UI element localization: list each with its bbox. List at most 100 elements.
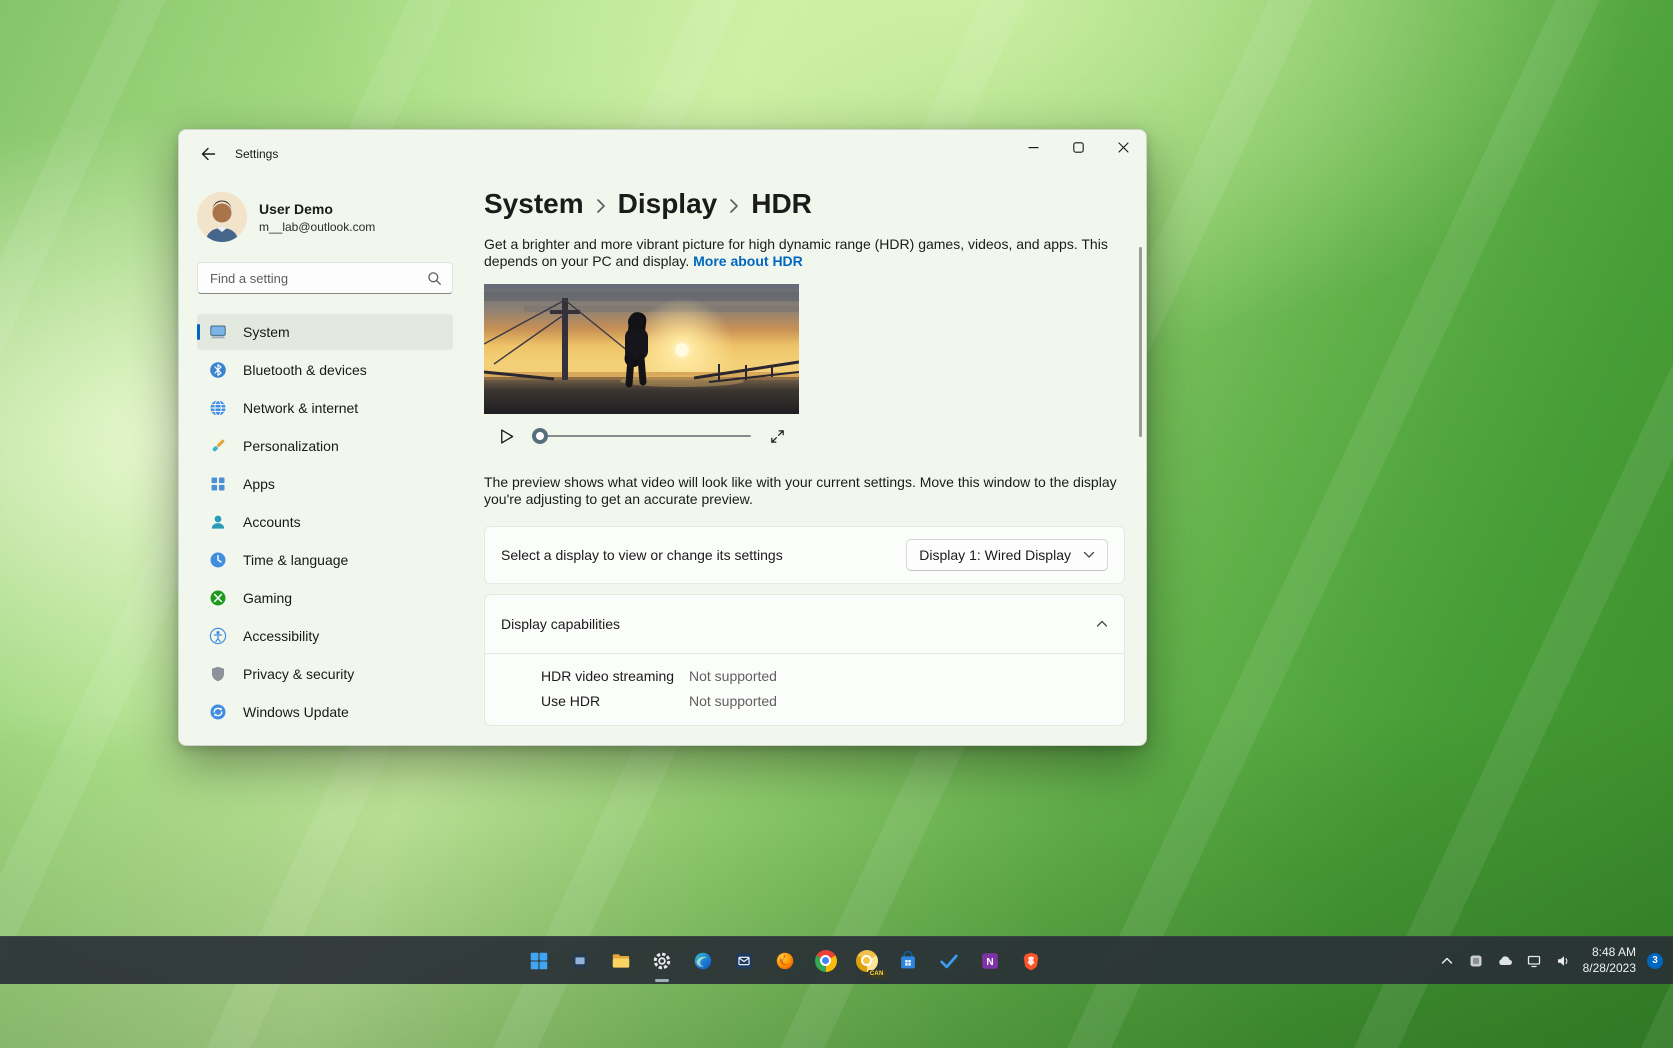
sidebar-item-gaming[interactable]: Gaming — [197, 580, 453, 616]
more-about-hdr-link[interactable]: More about HDR — [693, 253, 803, 269]
fullscreen-button[interactable] — [765, 424, 789, 448]
tray-chevron-up-icon[interactable] — [1438, 952, 1456, 970]
microsoft-store-icon[interactable] — [895, 948, 921, 974]
sidebar-item-label: Windows Update — [243, 704, 349, 720]
capability-value: Not supported — [689, 667, 777, 685]
preview-note: The preview shows what video will look l… — [484, 474, 1125, 508]
user-email: m__lab@outlook.com — [259, 220, 375, 234]
settings-app-icon[interactable] — [649, 948, 675, 974]
sidebar-item-time-language[interactable]: Time & language — [197, 542, 453, 578]
paintbrush-icon — [209, 437, 227, 455]
slider-track[interactable] — [532, 435, 751, 437]
chrome-disc — [815, 950, 837, 972]
maximize-icon — [1073, 142, 1084, 153]
accessibility-icon — [209, 627, 227, 645]
chevron-up-icon[interactable] — [1096, 620, 1108, 628]
hdr-video-preview — [484, 284, 799, 414]
fullscreen-icon — [769, 428, 786, 445]
play-button[interactable] — [494, 424, 518, 448]
sidebar-item-accounts[interactable]: Accounts — [197, 504, 453, 540]
file-explorer-icon[interactable] — [608, 948, 634, 974]
close-icon — [1118, 142, 1129, 153]
sidebar-item-bluetooth-devices[interactable]: Bluetooth & devices — [197, 352, 453, 388]
edge-icon[interactable] — [690, 948, 716, 974]
canary-badge: CAN — [868, 970, 886, 978]
sidebar-item-label: Gaming — [243, 590, 292, 606]
sidebar-item-personalization[interactable]: Personalization — [197, 428, 453, 464]
sidebar-item-network-internet[interactable]: Network & internet — [197, 390, 453, 426]
chevron-down-icon — [1083, 551, 1095, 559]
clock-widget[interactable]: 8:48 AM 8/28/2023 — [1583, 945, 1636, 976]
play-icon — [497, 427, 516, 446]
video-controls — [484, 414, 799, 458]
chrome-canary-disc — [856, 950, 878, 972]
caption-buttons — [1011, 130, 1146, 164]
task-view-icon[interactable] — [567, 948, 593, 974]
video-progress-slider[interactable] — [532, 426, 751, 446]
back-button[interactable] — [191, 139, 225, 169]
mail-icon[interactable] — [731, 948, 757, 974]
firefox-icon[interactable] — [772, 948, 798, 974]
breadcrumb-system[interactable]: System — [484, 188, 584, 220]
sidebar-item-windows-update[interactable]: Windows Update — [197, 694, 453, 730]
onedrive-cloud-icon[interactable] — [1496, 952, 1514, 970]
sidebar-item-privacy-security[interactable]: Privacy & security — [197, 656, 453, 692]
hdr-video-player — [484, 284, 799, 458]
sidebar-item-accessibility[interactable]: Accessibility — [197, 618, 453, 654]
chevron-right-icon — [729, 198, 739, 214]
close-button[interactable] — [1101, 130, 1146, 164]
tray-app-icon[interactable] — [1467, 952, 1485, 970]
sidebar-item-label: Personalization — [243, 438, 339, 454]
search-box[interactable] — [197, 262, 453, 294]
brave-icon[interactable] — [1018, 948, 1044, 974]
gear-icon — [651, 950, 673, 972]
minimize-button[interactable] — [1011, 130, 1056, 164]
user-name: User Demo — [259, 201, 375, 217]
breadcrumb-display[interactable]: Display — [618, 188, 718, 220]
onenote-icon[interactable]: N — [977, 948, 1003, 974]
taskbar-icons: CAN N — [526, 937, 1044, 984]
start-button[interactable] — [526, 948, 552, 974]
breadcrumb-hdr: HDR — [751, 188, 812, 220]
ethernet-network-icon[interactable] — [1525, 952, 1543, 970]
sidebar-item-label: Apps — [243, 476, 275, 492]
search-input[interactable] — [208, 270, 427, 287]
shield-icon — [209, 665, 227, 683]
content-scrollbar[interactable] — [1139, 247, 1142, 437]
apps-grid-icon — [209, 475, 227, 493]
sidebar: User Demo m__lab@outlook.com System — [179, 178, 471, 745]
chevron-right-icon — [596, 198, 606, 214]
person-icon — [209, 513, 227, 531]
windows-logo-icon — [528, 950, 550, 972]
sidebar-item-system[interactable]: System — [197, 314, 453, 350]
display-capabilities-header[interactable]: Display capabilities — [485, 595, 1124, 653]
slider-thumb[interactable] — [532, 428, 548, 444]
titlebar[interactable]: Settings — [179, 130, 1146, 178]
chrome-canary-icon[interactable]: CAN — [854, 948, 880, 974]
avatar-illustration — [197, 192, 247, 242]
capability-value: Not supported — [689, 692, 777, 710]
minimize-icon — [1028, 142, 1039, 153]
display-selector-dropdown[interactable]: Display 1: Wired Display — [906, 539, 1108, 571]
hdr-description: Get a brighter and more vibrant picture … — [484, 236, 1125, 270]
system-tray: 8:48 AM 8/28/2023 3 — [1438, 937, 1663, 984]
sidebar-item-label: Bluetooth & devices — [243, 362, 367, 378]
sidebar-item-label: Time & language — [243, 552, 348, 568]
taskbar: CAN N 8:48 AM 8/28/ — [0, 936, 1673, 984]
sidebar-item-label: System — [243, 324, 290, 340]
capability-row: Use HDR Not supported — [485, 689, 1124, 713]
chrome-icon[interactable] — [813, 948, 839, 974]
system-monitor-icon — [209, 323, 227, 341]
volume-icon[interactable] — [1554, 952, 1572, 970]
search-icon — [427, 271, 442, 286]
notification-count-badge[interactable]: 3 — [1647, 953, 1663, 969]
sidebar-item-label: Privacy & security — [243, 666, 354, 682]
avatar — [197, 192, 247, 242]
display-capabilities-card: Display capabilities HDR video streaming… — [484, 594, 1125, 725]
tray-date: 8/28/2023 — [1583, 961, 1636, 977]
display-selector-card: Select a display to view or change its s… — [484, 526, 1125, 584]
todo-check-icon[interactable] — [936, 948, 962, 974]
user-account-block[interactable]: User Demo m__lab@outlook.com — [197, 188, 453, 246]
maximize-button[interactable] — [1056, 130, 1101, 164]
sidebar-item-apps[interactable]: Apps — [197, 466, 453, 502]
